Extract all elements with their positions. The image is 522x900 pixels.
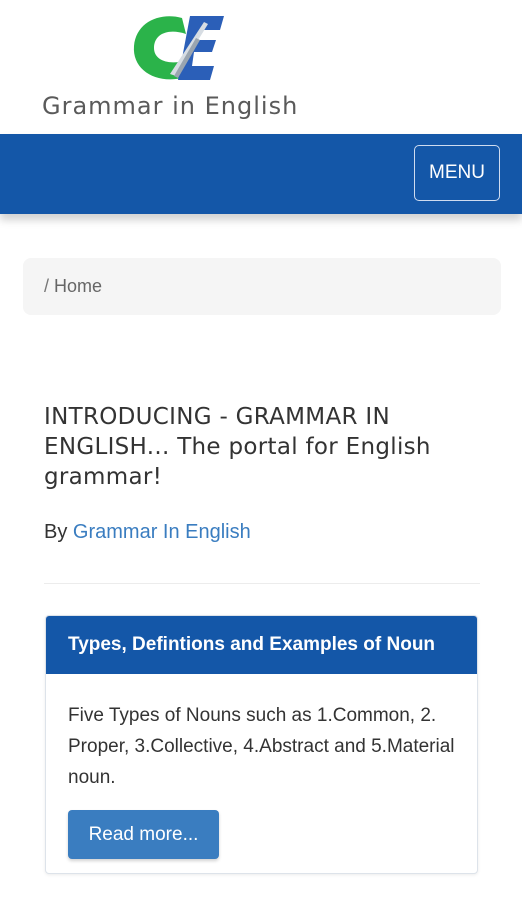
page-title: INTRODUCING - GRAMMAR IN ENGLISH... The … (44, 404, 431, 490)
read-more-button[interactable]: Read more... (68, 810, 219, 859)
logo-text: Grammar in English (42, 92, 299, 120)
breadcrumb-separator: / (44, 276, 50, 296)
main-navbar: MENU (0, 134, 522, 214)
site-logo[interactable]: Grammar in English (42, 12, 322, 122)
card-title[interactable]: Types, Defintions and Examples of Noun (46, 616, 477, 674)
article-card: Types, Defintions and Examples of Noun F… (45, 615, 478, 874)
site-header: Grammar in English (0, 0, 522, 134)
card-description: Five Types of Nouns such as 1.Common, 2.… (68, 705, 455, 788)
divider (44, 583, 480, 584)
menu-button[interactable]: MENU (414, 145, 500, 201)
breadcrumb: / Home (23, 258, 501, 315)
breadcrumb-home-link[interactable]: Home (54, 276, 102, 297)
ge-logo-icon (133, 16, 224, 80)
article-byline: By Grammar In English (44, 521, 251, 544)
byline-label: By (44, 521, 68, 543)
author-link[interactable]: Grammar In English (73, 521, 251, 543)
